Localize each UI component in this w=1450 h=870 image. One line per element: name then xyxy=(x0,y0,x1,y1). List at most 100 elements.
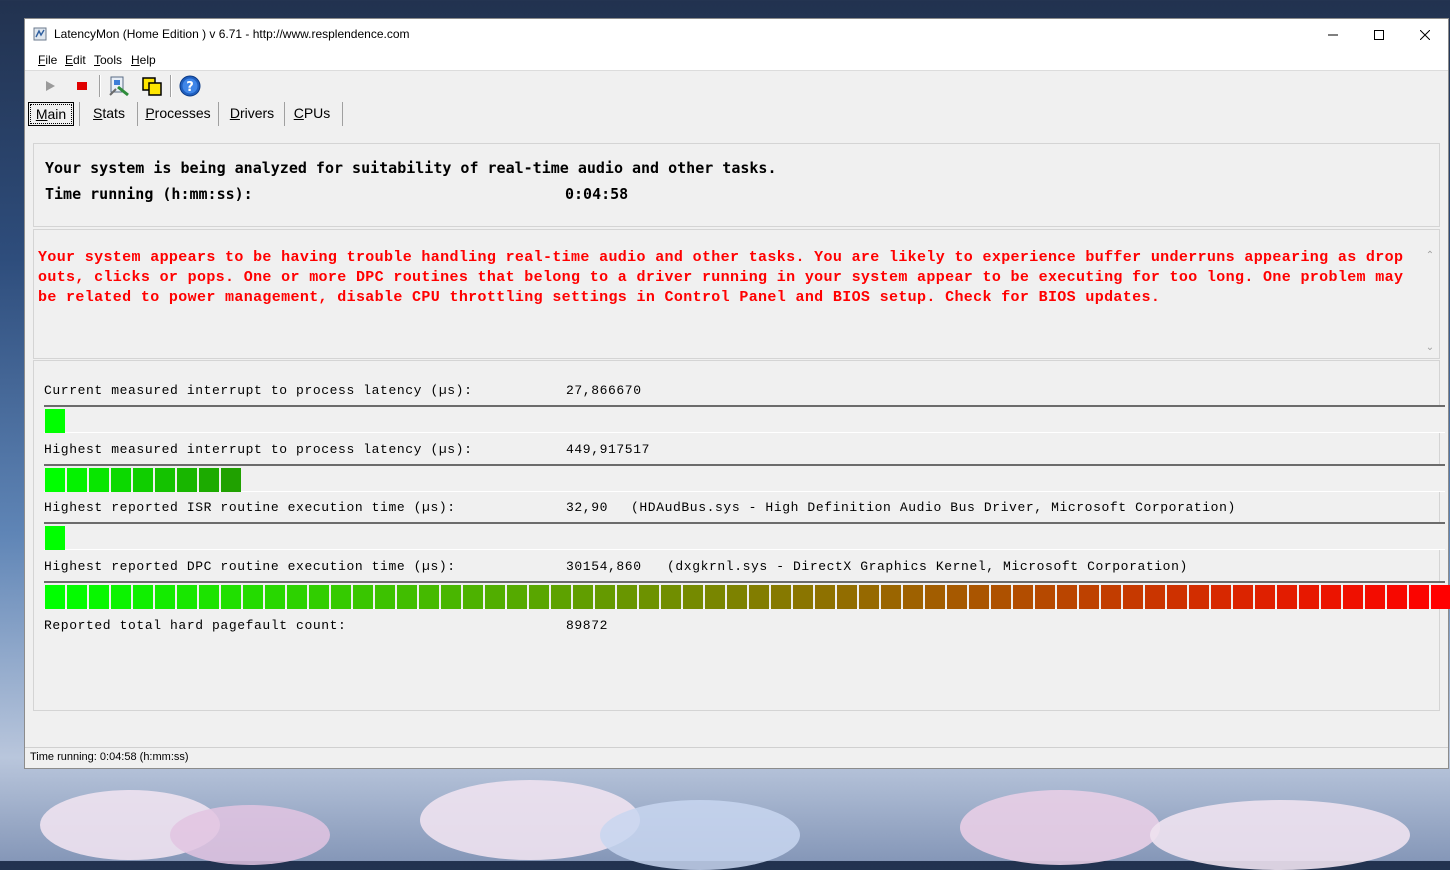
stop-button[interactable] xyxy=(70,74,94,98)
bar-segment xyxy=(419,585,439,609)
menu-tools[interactable]: Tools xyxy=(94,53,122,67)
bar-segment xyxy=(639,585,659,609)
bar-segment xyxy=(155,468,175,492)
scroll-down-icon[interactable]: ⌄ xyxy=(1423,342,1437,356)
bar-segment xyxy=(111,585,131,609)
toolbar-separator xyxy=(170,75,172,97)
play-icon xyxy=(46,81,55,91)
bar-segment xyxy=(991,585,1011,609)
bar-segment xyxy=(507,585,527,609)
status-bar: Time running: 0:04:58 (h:mm:ss) xyxy=(25,747,1448,768)
title-bar[interactable]: LatencyMon (Home Edition ) v 6.71 - http… xyxy=(25,19,1448,50)
bar-segment xyxy=(1167,585,1187,609)
tab-separator xyxy=(79,102,80,126)
bar-segment xyxy=(45,526,65,550)
bar-segment xyxy=(683,585,703,609)
tab-stats[interactable]: Stats xyxy=(83,102,135,124)
close-icon xyxy=(1420,29,1430,40)
bar-segment xyxy=(1145,585,1165,609)
tab-drivers[interactable]: Drivers xyxy=(224,102,280,124)
bar-segment xyxy=(595,585,615,609)
bar-fill xyxy=(45,526,67,550)
bar-segment xyxy=(441,585,461,609)
isr-time-bar xyxy=(44,522,1445,550)
bar-segment xyxy=(903,585,923,609)
bar-segment xyxy=(243,585,263,609)
menu-help[interactable]: Help xyxy=(131,53,156,67)
bar-segment xyxy=(947,585,967,609)
bar-segment xyxy=(1233,585,1253,609)
bar-segment xyxy=(45,409,65,433)
menu-bar: File Edit Tools Help xyxy=(25,50,1448,71)
bar-segment xyxy=(45,468,65,492)
dpc-time-bar xyxy=(44,581,1450,609)
toolbar: ? xyxy=(25,71,1448,101)
menu-edit[interactable]: Edit xyxy=(65,53,86,67)
bar-segment xyxy=(1343,585,1363,609)
bar-segment xyxy=(1409,585,1429,609)
pagefault-label: Reported total hard pagefault count: xyxy=(44,618,347,633)
app-icon xyxy=(33,27,47,41)
bar-segment xyxy=(1189,585,1209,609)
tab-separator xyxy=(137,102,138,126)
menu-file[interactable]: File xyxy=(38,53,57,67)
bar-segment xyxy=(881,585,901,609)
tab-bar: Main Stats Processes Drivers CPUs xyxy=(25,101,1448,127)
bar-segment xyxy=(837,585,857,609)
bar-segment xyxy=(199,468,219,492)
report-button[interactable] xyxy=(107,74,131,98)
metric-detail: (HDAudBus.sys - High Definition Audio Bu… xyxy=(631,500,1236,515)
maximize-button[interactable] xyxy=(1356,19,1402,50)
current-latency-bar xyxy=(44,405,1445,433)
help-icon: ? xyxy=(179,75,201,97)
status-text: Time running: 0:04:58 (h:mm:ss) xyxy=(30,751,189,763)
tab-separator xyxy=(218,102,219,126)
bar-fill xyxy=(45,468,243,492)
bar-segment xyxy=(199,585,219,609)
tab-main[interactable]: Main xyxy=(28,102,74,126)
bar-segment xyxy=(859,585,879,609)
bar-segment xyxy=(67,585,87,609)
tab-separator xyxy=(342,102,343,126)
bar-segment xyxy=(1387,585,1407,609)
bar-segment xyxy=(67,468,87,492)
tab-processes[interactable]: Processes xyxy=(143,102,213,124)
close-button[interactable] xyxy=(1402,19,1448,50)
tab-cpus[interactable]: CPUs xyxy=(288,102,336,124)
bar-segment xyxy=(485,585,505,609)
bar-segment xyxy=(749,585,769,609)
bar-segment xyxy=(221,468,241,492)
bar-segment xyxy=(793,585,813,609)
metric-label: Highest reported DPC routine execution t… xyxy=(44,559,456,574)
analysis-message: Your system is being analyzed for suitab… xyxy=(45,159,777,177)
bar-segment xyxy=(617,585,637,609)
bar-segment xyxy=(221,585,241,609)
time-running-label: Time running (h:mm:ss): xyxy=(45,185,253,203)
scroll-up-icon[interactable]: ⌃ xyxy=(1423,250,1437,264)
metrics-panel: Current measured interrupt to process la… xyxy=(33,360,1450,711)
bar-segment xyxy=(573,585,593,609)
report-icon xyxy=(109,76,129,97)
copy-button[interactable] xyxy=(140,74,164,98)
bar-segment xyxy=(89,468,109,492)
bar-segment xyxy=(529,585,549,609)
bar-segment xyxy=(1277,585,1297,609)
minimize-icon xyxy=(1328,34,1338,35)
stop-icon xyxy=(77,82,87,90)
bar-segment xyxy=(705,585,725,609)
minimize-button[interactable] xyxy=(1310,19,1356,50)
metric-label: Highest reported ISR routine execution t… xyxy=(44,500,456,515)
start-button[interactable] xyxy=(38,74,62,98)
bar-segment xyxy=(265,585,285,609)
help-button[interactable]: ? xyxy=(178,74,202,98)
bar-segment xyxy=(375,585,395,609)
bar-segment xyxy=(111,468,131,492)
bar-segment xyxy=(155,585,175,609)
metric-detail: (dxgkrnl.sys - DirectX Graphics Kernel, … xyxy=(667,559,1188,574)
bar-segment xyxy=(309,585,329,609)
metric-value: 27,866670 xyxy=(566,383,642,398)
window-title: LatencyMon (Home Edition ) v 6.71 - http… xyxy=(54,27,410,41)
conclusion-panel: Your system appears to be having trouble… xyxy=(33,229,1440,359)
bar-fill xyxy=(45,409,67,433)
bar-segment xyxy=(133,585,153,609)
